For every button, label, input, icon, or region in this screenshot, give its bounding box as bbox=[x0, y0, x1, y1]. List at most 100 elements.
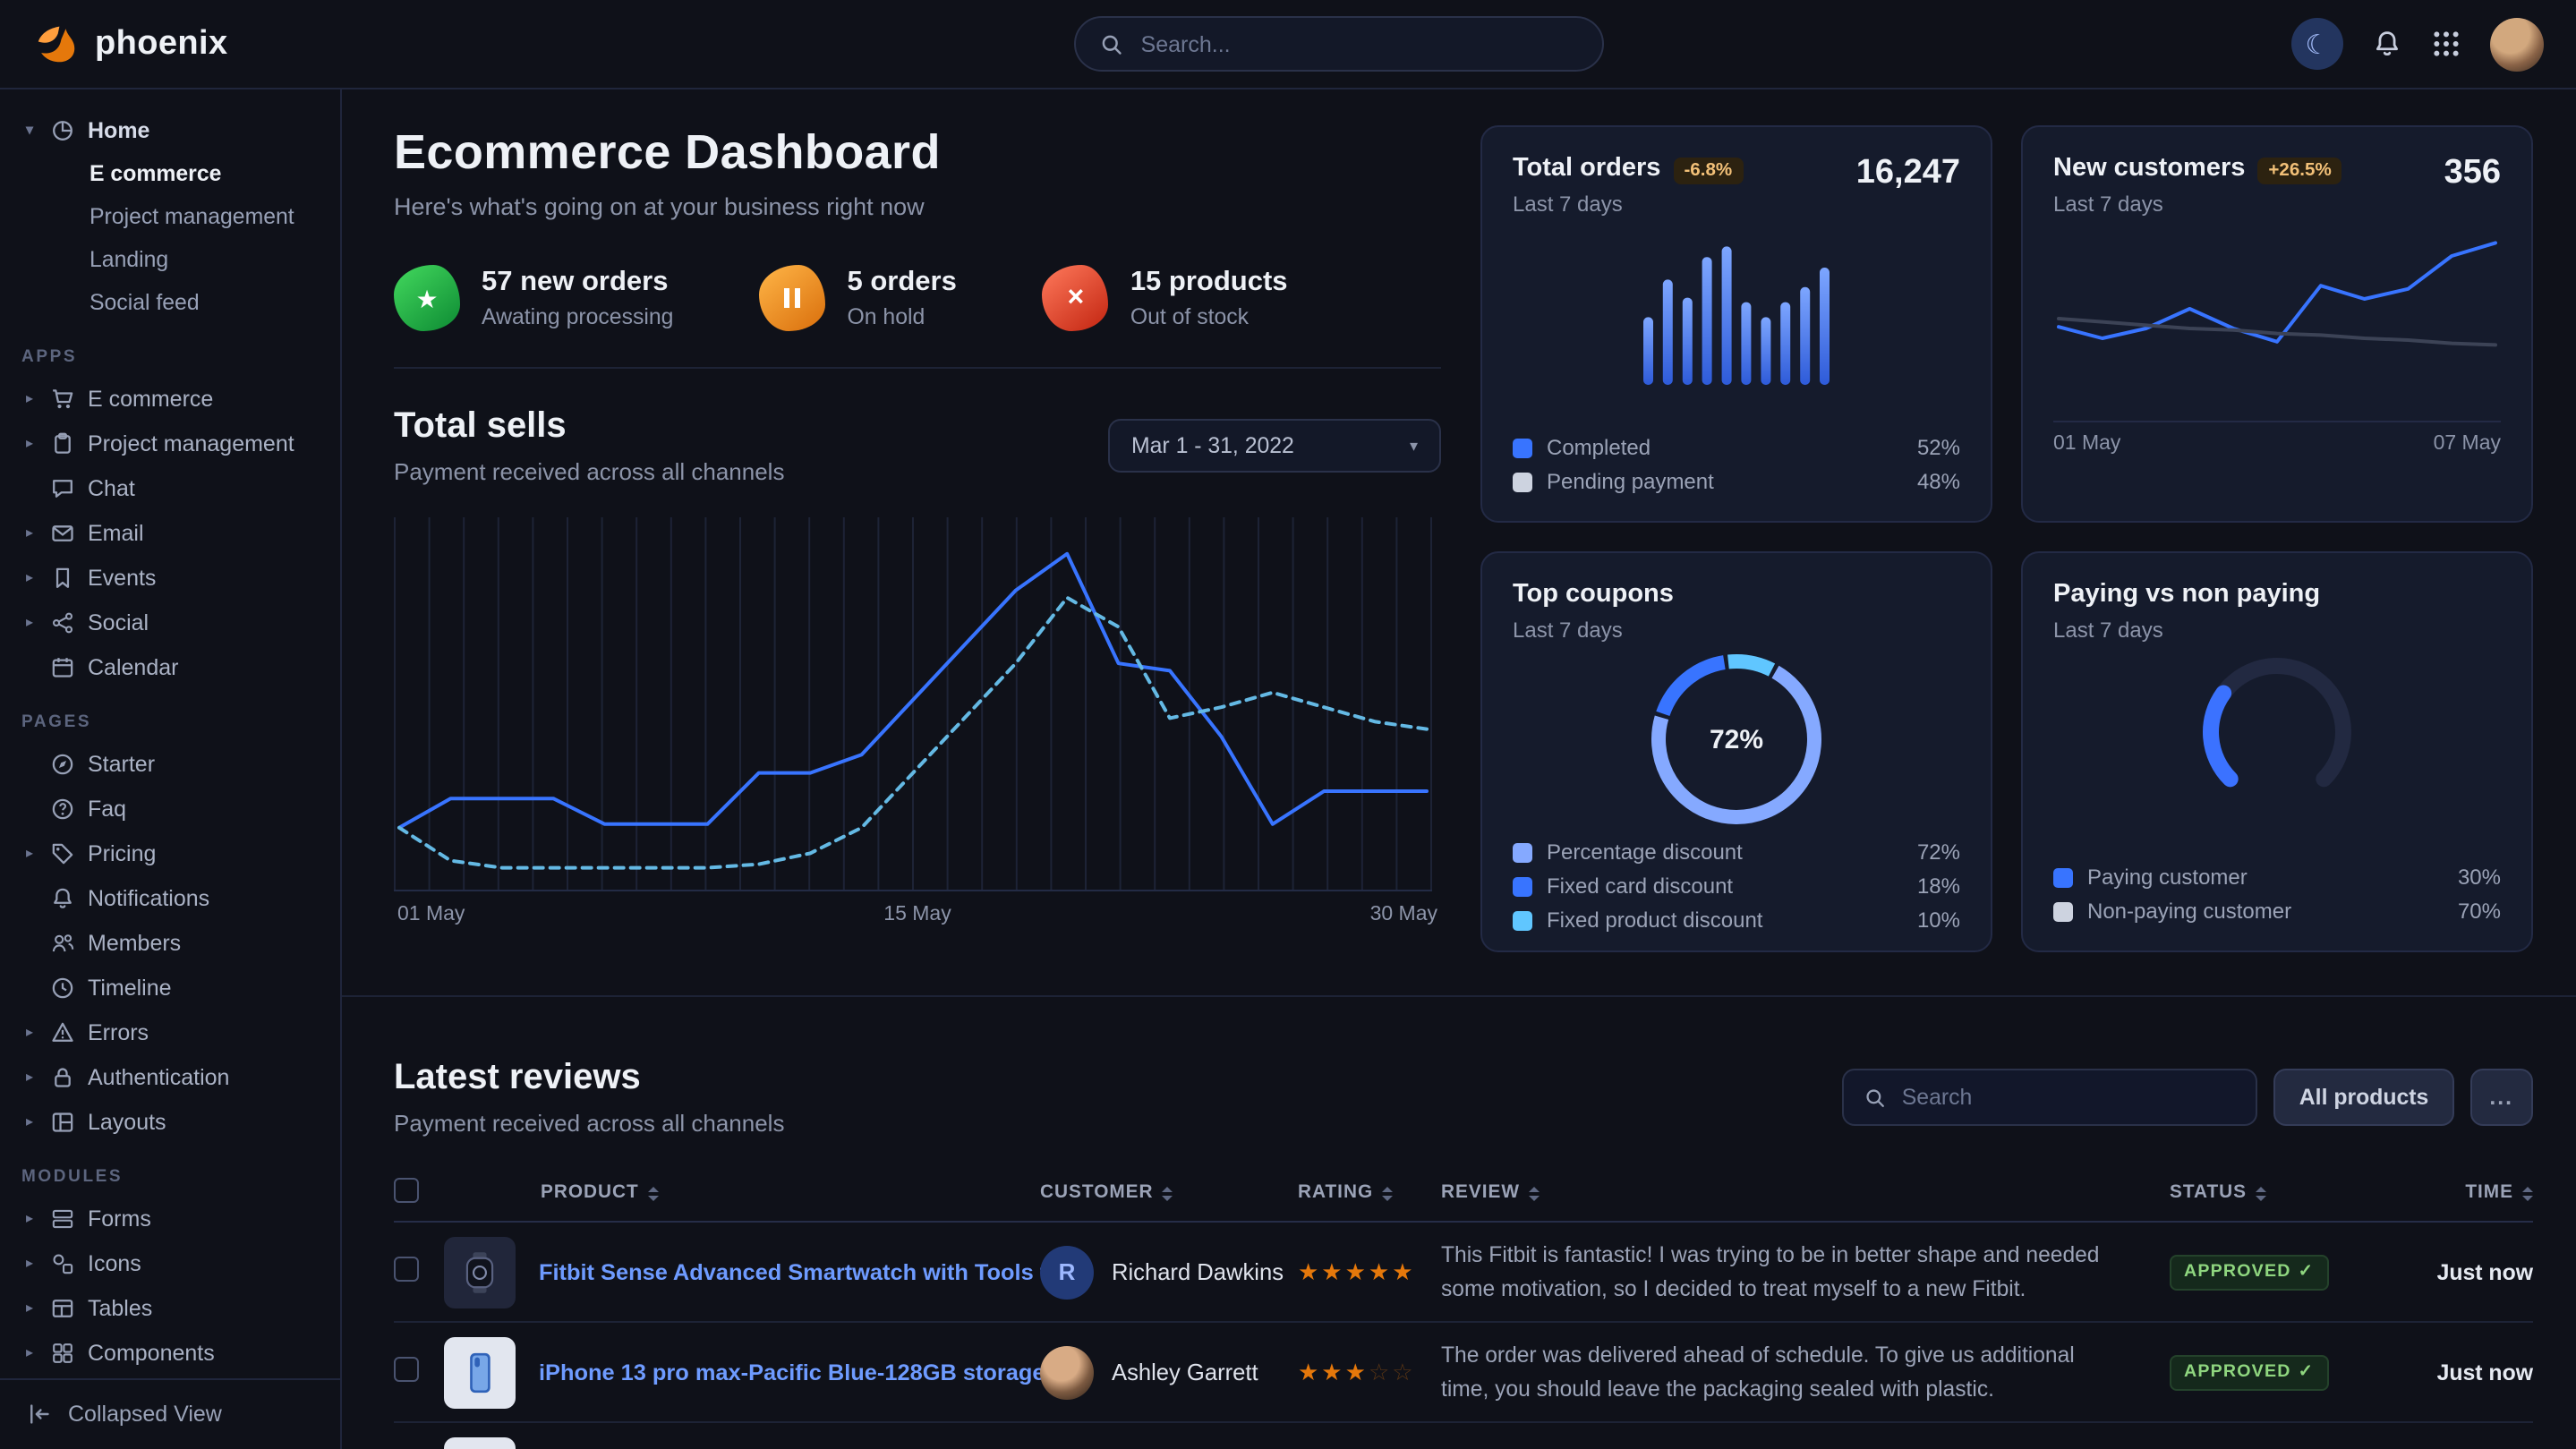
sidebar-item-ecommerce-dashboard[interactable]: E commerce bbox=[0, 152, 340, 195]
sidebar-item-pricing[interactable]: ▸Pricing bbox=[0, 831, 340, 875]
date-range-select[interactable]: Mar 1 - 31, 2022 ▾ bbox=[1108, 419, 1441, 473]
sidebar-item-landing[interactable]: Landing bbox=[0, 238, 340, 281]
caret-right-icon: ▸ bbox=[21, 845, 38, 861]
sidebar-item-social[interactable]: ▸Social bbox=[0, 600, 340, 644]
share-icon bbox=[50, 609, 75, 635]
sidebar-item-apps-ecommerce[interactable]: ▸E commerce bbox=[0, 376, 340, 421]
row-checkbox[interactable] bbox=[394, 1257, 419, 1282]
sidebar-item-members[interactable]: Members bbox=[0, 920, 340, 965]
total-orders-bar-chart bbox=[1643, 227, 1830, 385]
user-avatar[interactable] bbox=[2490, 17, 2544, 71]
legend-item: Pending payment48% bbox=[1513, 469, 1960, 494]
sidebar-item-project-management-dashboard[interactable]: Project management bbox=[0, 195, 340, 238]
table-row: Fitbit Sense Advanced Smartwatch with To… bbox=[394, 1223, 2533, 1323]
status-badge: APPROVED✓ bbox=[2170, 1254, 2328, 1290]
caret-right-icon: ▸ bbox=[21, 1344, 38, 1360]
coupons-donut-chart: 72% bbox=[1651, 653, 1822, 825]
column-header-rating[interactable]: RATING bbox=[1298, 1183, 1441, 1203]
sidebar-item-label: Timeline bbox=[88, 975, 172, 1000]
app-root: phoenix ☾ ▾ Home E commerce Project mana… bbox=[0, 0, 2576, 1449]
sidebar-item-home[interactable]: ▾ Home bbox=[0, 107, 340, 152]
theme-toggle-button[interactable]: ☾ bbox=[2291, 18, 2343, 70]
sidebar-item-label: Events bbox=[88, 565, 156, 590]
column-header-customer[interactable]: CUSTOMER bbox=[1040, 1183, 1298, 1203]
calendar-icon bbox=[50, 654, 75, 679]
legend-label: Completed bbox=[1547, 435, 1651, 460]
sidebar-item-layouts[interactable]: ▸Layouts bbox=[0, 1099, 340, 1144]
more-options-button[interactable]: ... bbox=[2469, 1069, 2533, 1126]
row-checkbox[interactable] bbox=[394, 1357, 419, 1382]
stat-caption: Awating processing bbox=[482, 304, 673, 329]
stat-new-orders: ★ 57 new orders Awating processing bbox=[394, 265, 673, 331]
sidebar-item-timeline[interactable]: Timeline bbox=[0, 965, 340, 1010]
product-link[interactable]: iPhone 13 pro max-Pacific Blue-128GB sto… bbox=[539, 1360, 1045, 1385]
rating-stars: ★★★☆☆ bbox=[1298, 1358, 1441, 1386]
product-image bbox=[444, 1336, 516, 1408]
sidebar-item-tables[interactable]: ▸Tables bbox=[0, 1285, 340, 1330]
sidebar-item-label: Forms bbox=[88, 1206, 151, 1231]
chat-icon bbox=[50, 475, 75, 500]
apps-grid-icon[interactable] bbox=[2431, 29, 2461, 59]
legend-label: Paying customer bbox=[2087, 865, 2248, 890]
sidebar-item-errors[interactable]: ▸Errors bbox=[0, 1010, 340, 1054]
sort-icon bbox=[1163, 1186, 1173, 1200]
collapse-sidebar-button[interactable]: Collapsed View bbox=[0, 1377, 340, 1449]
sidebar-item-apps-project-management[interactable]: ▸Project management bbox=[0, 421, 340, 465]
sidebar-item-label: Chat bbox=[88, 475, 135, 500]
sidebar-item-events[interactable]: ▸Events bbox=[0, 555, 340, 600]
collapse-label: Collapsed View bbox=[68, 1402, 222, 1427]
stars-filled: ★★★ bbox=[1298, 1358, 1369, 1385]
sidebar-item-social-feed[interactable]: Social feed bbox=[0, 281, 340, 324]
column-header-time[interactable]: TIME bbox=[2386, 1183, 2533, 1203]
all-products-button[interactable]: All products bbox=[2274, 1069, 2454, 1126]
sidebar-item-forms[interactable]: ▸Forms bbox=[0, 1196, 340, 1240]
navbar-search-input[interactable] bbox=[1141, 31, 1580, 56]
card-title: New customers bbox=[2053, 154, 2245, 183]
reviews-search-input[interactable] bbox=[1902, 1085, 2237, 1110]
sidebar-item-label: E commerce bbox=[90, 161, 221, 186]
column-header-review[interactable]: REVIEW bbox=[1441, 1183, 2170, 1203]
sidebar-item-icons[interactable]: ▸Icons bbox=[0, 1240, 340, 1285]
alert-icon bbox=[50, 1019, 75, 1044]
legend-value: 18% bbox=[1917, 874, 1960, 899]
stars-empty: ☆☆ bbox=[1369, 1358, 1416, 1385]
legend-item: Fixed card discount18% bbox=[1513, 874, 1960, 899]
sidebar-item-starter[interactable]: Starter bbox=[0, 741, 340, 786]
sidebar-item-components[interactable]: ▸Components bbox=[0, 1330, 340, 1375]
reviews-search[interactable] bbox=[1843, 1069, 2258, 1126]
sidebar-item-notifications[interactable]: Notifications bbox=[0, 875, 340, 920]
product-image bbox=[444, 1236, 516, 1308]
product-link[interactable]: Fitbit Sense Advanced Smartwatch with To… bbox=[539, 1259, 1080, 1284]
sidebar-item-label: Landing bbox=[90, 247, 168, 272]
sidebar-item-label: Email bbox=[88, 520, 144, 545]
sidebar-nav: ▾ Home E commerce Project management Lan… bbox=[0, 89, 340, 1377]
users-icon bbox=[50, 930, 75, 955]
sidebar-item-authentication[interactable]: ▸Authentication bbox=[0, 1054, 340, 1099]
sidebar-item-chat[interactable]: Chat bbox=[0, 465, 340, 510]
sidebar-item-email[interactable]: ▸Email bbox=[0, 510, 340, 555]
legend-value: 10% bbox=[1917, 908, 1960, 933]
sidebar-item-calendar[interactable]: Calendar bbox=[0, 644, 340, 689]
total-sells-header: Total sells Payment received across all … bbox=[394, 406, 1441, 485]
x-tick: 30 May bbox=[1370, 904, 1437, 925]
total-sells-chart-area: 01 May 15 May 30 May bbox=[394, 512, 1441, 925]
sidebar-item-label: Social feed bbox=[90, 290, 200, 315]
caret-right-icon: ▸ bbox=[21, 614, 38, 630]
donut-center-label: 72% bbox=[1651, 653, 1822, 825]
column-header-status[interactable]: STATUS bbox=[2170, 1183, 2386, 1203]
stat-value: 5 orders bbox=[847, 267, 956, 299]
navbar-search[interactable] bbox=[1075, 16, 1605, 72]
legend-value: 70% bbox=[2458, 899, 2501, 924]
card-value: 16,247 bbox=[1856, 154, 1960, 193]
legend-item: Fixed product discount10% bbox=[1513, 908, 1960, 933]
notifications-bell-icon[interactable] bbox=[2372, 29, 2402, 59]
sidebar-item-faq[interactable]: Faq bbox=[0, 786, 340, 831]
reviews-controls: All products ... bbox=[1843, 1069, 2533, 1126]
legend-swatch bbox=[1513, 472, 1532, 491]
date-range-value: Mar 1 - 31, 2022 bbox=[1131, 433, 1294, 458]
brand[interactable]: phoenix bbox=[32, 20, 228, 68]
sidebar-item-label: Members bbox=[88, 930, 181, 955]
legend-item: Paying customer30% bbox=[2053, 865, 2501, 890]
column-header-product[interactable]: PRODUCT bbox=[444, 1183, 1040, 1203]
select-all-checkbox[interactable] bbox=[394, 1178, 419, 1203]
